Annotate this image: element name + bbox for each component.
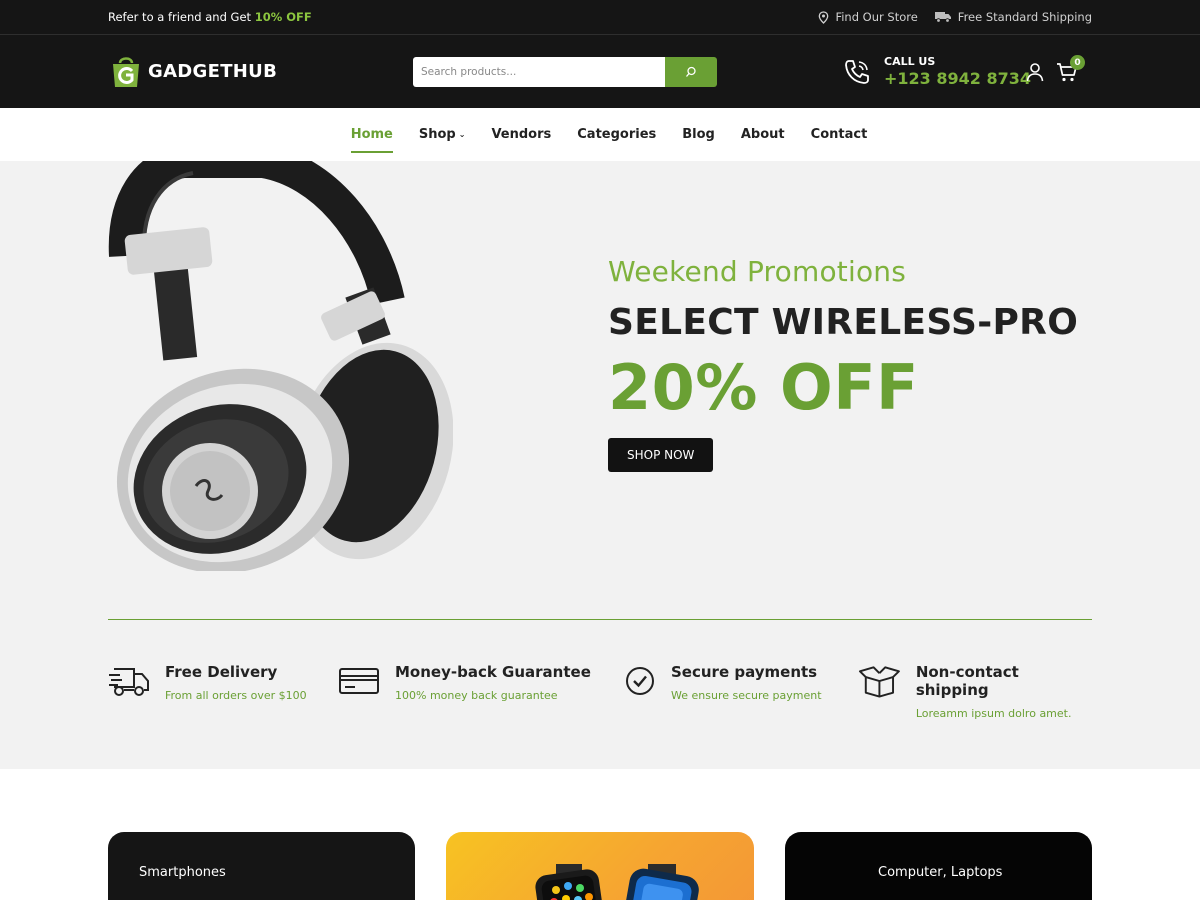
shop-now-button[interactable]: SHOP NOW xyxy=(608,438,714,472)
nav-label: Categories xyxy=(577,127,657,142)
promo-highlight: 10% OFF xyxy=(254,10,312,24)
smartwatches-image xyxy=(535,864,699,900)
feature-text: Money-back Guarantee 100% money back gua… xyxy=(395,663,591,702)
cart-count-badge: 0 xyxy=(1070,55,1085,70)
search-icon xyxy=(686,66,696,77)
nav-item-vendors[interactable]: Vendors xyxy=(491,108,551,161)
user-icon xyxy=(1026,63,1044,82)
nav-label: Blog xyxy=(682,127,715,142)
referral-promo[interactable]: Refer to a friend and Get 10% OFF xyxy=(108,10,312,24)
search-button[interactable] xyxy=(665,57,717,87)
delivery-truck-icon xyxy=(109,668,149,696)
feature-item: Money-back Guarantee 100% money back gua… xyxy=(338,663,591,702)
search-bar xyxy=(413,57,717,87)
nav-item-about[interactable]: About xyxy=(741,108,785,161)
feature-title: Secure payments xyxy=(671,663,818,681)
nav-label: Home xyxy=(350,127,393,142)
call-us[interactable]: CALL US +123 8942 8734 xyxy=(842,55,1031,88)
feature-text: Free Delivery From all orders over $100 xyxy=(165,663,307,702)
category-title: Computer, Laptops xyxy=(878,865,1003,880)
top-bar: Refer to a friend and Get 10% OFF Find O… xyxy=(0,0,1200,35)
feature-item: Free Delivery From all orders over $100 xyxy=(108,663,307,702)
account-button[interactable] xyxy=(1025,62,1045,86)
phone-icon xyxy=(845,59,869,84)
feature-title: Non-contact shipping xyxy=(915,663,1019,699)
nav-label: About xyxy=(740,127,785,142)
promo-text: Refer to a friend and Get xyxy=(108,10,255,24)
call-number: +123 8942 8734 xyxy=(884,69,1032,88)
hero-divider xyxy=(108,619,1092,620)
nav-item-categories[interactable]: Categories xyxy=(577,108,656,161)
nav-label: Contact xyxy=(810,127,868,142)
nav-label: Shop xyxy=(418,127,456,142)
nav-menu: Home Shop ⌄ Vendors Categories Blog About… xyxy=(350,108,868,161)
shipping-link[interactable]: Free Standard Shipping xyxy=(934,10,1092,24)
feature-title: Money-back Guarantee xyxy=(395,663,591,681)
feature-desc: We ensure secure payment xyxy=(671,689,822,702)
feature-desc: Loreamm ipsum dolro amet. xyxy=(915,707,1072,720)
cart-button[interactable]: 0 xyxy=(1056,55,1085,87)
feature-text: Non-contact shipping Loreamm ipsum dolro… xyxy=(916,663,1092,720)
category-card-computers[interactable]: Computer, Laptops xyxy=(785,832,1092,900)
feature-desc: 100% money back guarantee xyxy=(395,689,558,702)
feature-list: Free Delivery From all orders over $100 … xyxy=(108,663,1092,720)
nav-item-contact[interactable]: Contact xyxy=(811,108,868,161)
main-header: GADGETHUB CALL US +123 8942 8734 0 xyxy=(0,35,1200,108)
hero-offer: 20% OFF xyxy=(608,351,919,424)
main-nav: Home Shop ⌄ Vendors Categories Blog About… xyxy=(0,108,1200,161)
map-pin-icon xyxy=(819,10,829,24)
find-store-label: Find Our Store xyxy=(835,10,918,24)
open-box-icon xyxy=(858,666,900,698)
feature-title: Free Delivery xyxy=(165,663,278,681)
feature-text: Secure payments We ensure secure payment xyxy=(671,663,822,702)
nav-item-blog[interactable]: Blog xyxy=(682,108,715,161)
hero-subtitle: Weekend Promotions xyxy=(608,255,907,288)
credit-card-icon xyxy=(339,668,379,694)
top-links: Find Our Store Free Standard Shipping xyxy=(818,10,1092,24)
category-title: Smartphones xyxy=(139,865,226,880)
call-label: CALL US xyxy=(884,55,936,68)
category-card-smartwatches[interactable] xyxy=(446,832,754,900)
shopping-bag-logo-icon xyxy=(113,57,139,87)
call-text: CALL US +123 8942 8734 xyxy=(884,55,1031,88)
shipping-label: Free Standard Shipping xyxy=(957,10,1092,24)
shipping-truck-icon xyxy=(934,12,951,23)
search-input[interactable] xyxy=(413,57,665,87)
nav-item-shop[interactable]: Shop ⌄ xyxy=(419,108,466,161)
nav-label: Vendors xyxy=(491,127,552,142)
hero-content: Weekend Promotions SELECT WIRELESS-PRO 2… xyxy=(608,255,1078,472)
feature-item: Non-contact shipping Loreamm ipsum dolro… xyxy=(858,663,1092,720)
logo-text: GADGETHUB xyxy=(148,60,278,82)
chevron-down-icon: ⌄ xyxy=(458,130,466,139)
nav-item-home[interactable]: Home xyxy=(350,108,394,161)
feature-desc: From all orders over $100 xyxy=(165,689,307,702)
site-logo[interactable]: GADGETHUB xyxy=(110,53,277,89)
feature-item: Secure payments We ensure secure payment xyxy=(624,663,822,702)
check-circle-icon xyxy=(626,667,654,695)
category-card-smartphones[interactable]: Smartphones xyxy=(108,832,415,900)
find-store-link[interactable]: Find Our Store xyxy=(818,10,918,24)
hero-title: SELECT WIRELESS-PRO xyxy=(608,302,1079,343)
headphones-image xyxy=(108,161,453,571)
hero-banner: Weekend Promotions SELECT WIRELESS-PRO 2… xyxy=(0,161,1200,769)
